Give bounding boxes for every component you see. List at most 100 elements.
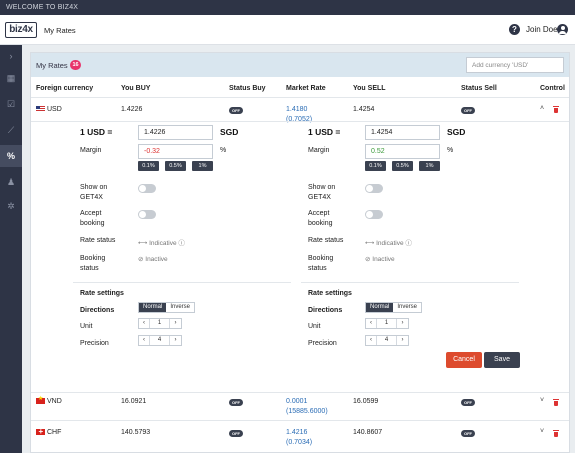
buy-rate-status-label: Rate status — [80, 237, 116, 244]
currency-code: USD — [47, 106, 62, 113]
sell-precision-value[interactable]: 4 — [377, 336, 397, 345]
panel-title: My Rates — [36, 61, 68, 70]
sell-preset-1[interactable]: 1% — [419, 161, 440, 171]
sell-preset-0-5[interactable]: 0.5% — [392, 161, 413, 171]
biz4x-logo[interactable]: biz4x — [5, 22, 37, 38]
expand-icon[interactable]: ˅ — [540, 428, 544, 435]
user-name[interactable]: Join Doe — [526, 25, 558, 34]
currency-cell[interactable]: USD — [36, 106, 62, 113]
sell-direction-toggle: Normal Inverse — [365, 302, 423, 313]
sell-accept-label: Accept booking — [308, 210, 333, 227]
market-rate[interactable]: 1.4180 — [286, 105, 307, 115]
buy-direction-toggle: Normal Inverse — [138, 302, 196, 313]
row-divider — [31, 420, 569, 421]
buy-precision-increment[interactable]: › — [170, 336, 181, 345]
buy-preset-1[interactable]: 1% — [192, 161, 213, 171]
market-rate[interactable]: 0.0001 — [286, 397, 307, 407]
sell-margin-label: Margin — [308, 147, 330, 154]
sell-show-label: Show on GET4X — [308, 184, 336, 201]
buy-rate: 1.4226 — [121, 106, 143, 113]
buy-precision-decrement[interactable]: ‹ — [139, 336, 150, 345]
sell-rate-label: 1 USD = — [308, 127, 341, 137]
sell-rate-status-label: Rate status — [308, 237, 344, 244]
status-sell-toggle[interactable]: OFF — [461, 107, 475, 114]
buy-accept-label: Accept booking — [80, 210, 105, 227]
us-flag-icon — [36, 106, 45, 112]
buy-margin-label: Margin — [80, 147, 102, 154]
panel-header: My Rates 16 — [31, 53, 569, 77]
cancel-button[interactable]: Cancel — [446, 352, 482, 368]
status-sell-toggle[interactable]: OFF — [461, 399, 475, 406]
buy-preset-0-5[interactable]: 0.5% — [165, 161, 186, 171]
expand-icon[interactable]: ˅ — [540, 397, 544, 404]
buy-unit-value[interactable]: 1 — [150, 319, 170, 328]
col-you-sell: You SELL — [353, 85, 386, 92]
buy-direction-inverse[interactable]: Inverse — [166, 303, 195, 312]
buy-rate-status: ⟷ Indicative ⓘ — [138, 240, 185, 247]
sell-rate: 1.4254 — [353, 106, 375, 113]
buy-preset-0-1[interactable]: 0.1% — [138, 161, 159, 171]
sell-preset-0-1[interactable]: 0.1% — [365, 161, 386, 171]
buy-rate-input[interactable]: 1.4226 — [138, 125, 213, 140]
sell-unit-label: Unit — [308, 323, 321, 330]
sell-direction-inverse[interactable]: Inverse — [393, 303, 422, 312]
sell-rate-input[interactable]: 1.4254 — [365, 125, 440, 140]
delete-icon[interactable] — [553, 106, 559, 113]
currency-cell[interactable]: CHF — [36, 427, 61, 436]
chart-icon[interactable]: ⟋ — [0, 119, 22, 141]
buy-margin-input[interactable]: -0.32 — [138, 144, 213, 159]
buy-show-switch[interactable] — [138, 184, 156, 193]
status-buy-toggle[interactable]: OFF — [229, 399, 243, 406]
market-rate-inverse[interactable]: (15885.6000) — [286, 407, 328, 417]
row-divider — [31, 97, 569, 98]
status-buy-toggle[interactable]: OFF — [229, 430, 243, 437]
delete-icon[interactable] — [553, 430, 559, 437]
save-button[interactable]: Save — [484, 352, 520, 368]
sell-directions-label: Directions — [308, 307, 343, 314]
status-buy-toggle[interactable]: OFF — [229, 107, 243, 114]
buy-precision-stepper: ‹ 4 › — [138, 335, 182, 346]
sell-booking-status: ⊘ Inactive — [365, 256, 395, 263]
sell-unit-increment[interactable]: › — [397, 319, 408, 328]
buy-direction-normal[interactable]: Normal — [139, 303, 167, 312]
buy-unit-increment[interactable]: › — [170, 319, 181, 328]
sell-rate: 16.0599 — [353, 398, 379, 405]
buy-precision-value[interactable]: 4 — [150, 336, 170, 345]
percent-icon[interactable]: % — [0, 145, 22, 167]
sell-margin-input[interactable]: 0.52 — [365, 144, 440, 159]
app-header: biz4x My Rates ? Join Doe — [0, 15, 575, 45]
buy-rate: 16.0921 — [121, 398, 147, 405]
chevron-right-icon[interactable]: › — [0, 45, 22, 67]
sell-show-switch[interactable] — [365, 184, 383, 193]
dashboard-icon[interactable]: ▦ — [0, 67, 22, 89]
col-foreign-currency: Foreign currency — [36, 85, 94, 92]
sell-precision-stepper: ‹ 4 › — [365, 335, 409, 346]
checklist-icon[interactable]: ☑ — [0, 93, 22, 115]
market-rate-inverse[interactable]: (0.7034) — [286, 438, 312, 448]
col-status-sell: Status Sell — [461, 85, 497, 92]
currency-cell[interactable]: VND — [36, 395, 62, 405]
sell-precision-increment[interactable]: › — [397, 336, 408, 345]
gear-icon[interactable]: ✲ — [0, 195, 22, 217]
sell-rate-status: ⟷ Indicative ⓘ — [365, 240, 412, 247]
sell-unit-decrement[interactable]: ‹ — [366, 319, 377, 328]
indicative-icon: ⟷ — [138, 240, 150, 247]
sell-direction-normal[interactable]: Normal — [366, 303, 394, 312]
help-icon[interactable]: ? — [509, 24, 520, 35]
buy-booking-status: ⊘ Inactive — [138, 256, 168, 263]
sell-unit-value[interactable]: 1 — [377, 319, 397, 328]
market-rate[interactable]: 1.4216 — [286, 428, 307, 438]
status-sell-toggle[interactable]: OFF — [461, 430, 475, 437]
collapse-icon[interactable]: ˄ — [540, 105, 544, 112]
sell-margin-unit: % — [447, 147, 454, 154]
buy-accept-switch[interactable] — [138, 210, 156, 219]
delete-icon[interactable] — [553, 399, 559, 406]
user-icon[interactable] — [557, 24, 568, 35]
add-currency-input[interactable] — [466, 57, 564, 73]
sell-accept-switch[interactable] — [365, 210, 383, 219]
buy-unit-decrement[interactable]: ‹ — [139, 319, 150, 328]
users-icon[interactable]: ♟ — [0, 171, 22, 193]
sell-precision-decrement[interactable]: ‹ — [366, 336, 377, 345]
buy-target-currency: SGD — [220, 127, 239, 137]
sell-precision-label: Precision — [308, 340, 337, 347]
